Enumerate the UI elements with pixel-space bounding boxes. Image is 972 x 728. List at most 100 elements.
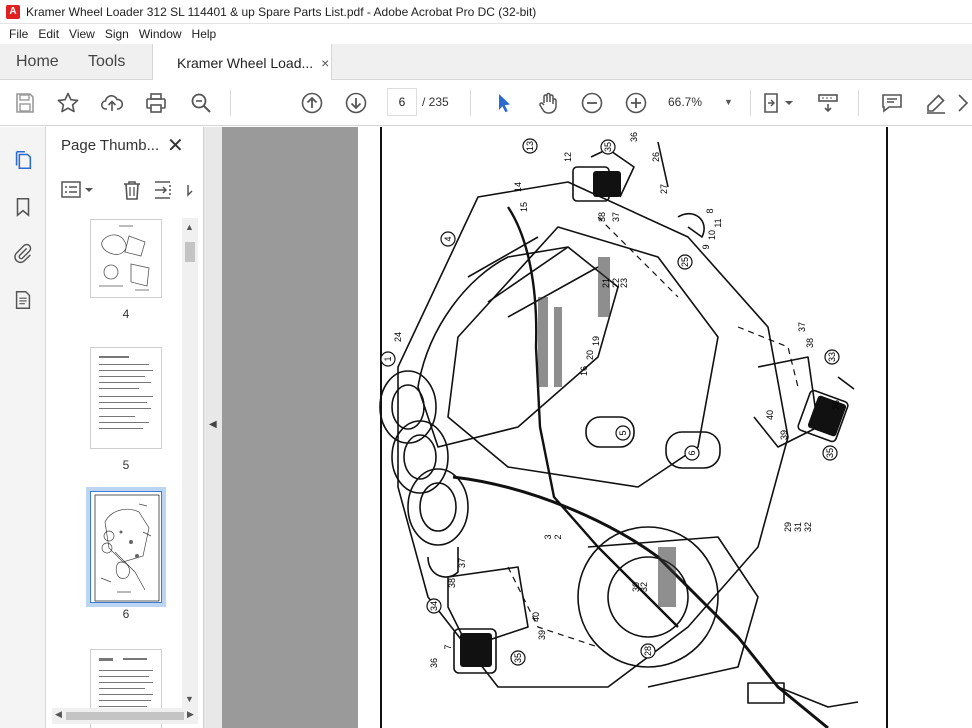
toolbar [0,80,972,126]
select-cursor-icon[interactable] [491,90,517,116]
part-callout-label: 1 [383,356,393,361]
scroll-mode-icon[interactable] [815,90,841,116]
zoom-dropdown[interactable]: 66.7% ▼ [668,88,738,116]
part-callout-label: 5 [618,430,628,435]
more-options-icon[interactable] [184,179,198,201]
part-callout-label: 8 [705,208,715,213]
part-callout-label: 26 [651,152,661,162]
part-callout-label: 9 [701,244,711,249]
page-thumbnails-panel: Page Thumb... ✕ 4 5 6 [46,127,204,728]
part-callout-label: 31 [793,522,803,532]
part-callout-label: 4 [443,236,453,241]
page-thumbnails-icon[interactable] [10,147,36,173]
more-tools-icon[interactable] [956,90,970,116]
page-thumbnail[interactable] [90,347,162,449]
zoom-search-icon[interactable] [188,90,214,116]
scroll-left-icon[interactable]: ◀ [55,709,62,720]
pdf-page: 13 12 35 36 26 27 14 15 4 9 10 11 8 25 38 37 21 22 23 24 1 16… [358,127,972,728]
content-layers-icon[interactable] [10,287,36,313]
part-callout-label: 6 [687,450,697,455]
part-callout-label: 36 [429,658,439,668]
panel-collapse-handle[interactable]: ◀ [204,127,222,728]
navigation-rail [0,127,46,728]
menu-edit[interactable]: Edit [33,27,64,41]
next-page-icon[interactable] [343,90,369,116]
menu-file[interactable]: File [4,27,33,41]
part-callout-label: 37 [611,212,621,222]
panel-close-button[interactable]: ✕ [167,133,184,158]
chevron-down-icon[interactable] [783,90,795,116]
menu-help[interactable]: Help [187,27,222,41]
part-callout-label: 33 [827,352,837,362]
thumbnail-page-number: 5 [122,458,130,472]
attachments-icon[interactable] [10,240,36,266]
part-callout-label: 37 [797,322,807,332]
thumbnails-vertical-scrollbar[interactable]: ▲ ▼ [182,218,198,708]
bookmark-star-icon[interactable] [55,90,81,116]
highlight-pen-icon[interactable] [923,90,949,116]
toolbar-separator [858,90,859,116]
part-callout-label: 36 [831,400,841,410]
part-callout-label: 20 [585,350,595,360]
thumbnail-tools [46,171,203,209]
print-icon[interactable] [143,90,169,116]
tab-document[interactable]: Kramer Wheel Load... × [152,44,332,81]
part-callout-label: 38 [597,212,607,222]
part-callout-label: 25 [680,257,690,267]
document-view[interactable]: 13 12 35 36 26 27 14 15 4 9 10 11 8 25 38 37 21 22 23 24 1 16… [222,127,972,728]
thumbnails-horizontal-scrollbar[interactable]: ◀ ▶ [52,708,198,724]
part-callout-label: 2 [553,534,563,539]
part-callout-label: 37 [457,558,467,568]
part-callout-label: 10 [707,230,717,240]
scroll-down-icon[interactable]: ▼ [185,694,194,704]
part-callout-label: 35 [513,653,523,663]
toolbar-separator [470,90,471,116]
comment-icon[interactable] [879,90,905,116]
part-callout-label: 34 [429,601,439,611]
scroll-up-icon[interactable]: ▲ [185,222,194,232]
hand-tool-icon[interactable] [535,90,561,116]
tab-tools[interactable]: Tools [88,44,125,80]
thumbnail-page-number: 6 [122,607,130,621]
part-callout-label: 39 [779,430,789,440]
tab-bar: Home Tools Kramer Wheel Load... × [0,44,972,81]
part-callout-label: 14 [513,182,523,192]
tab-home[interactable]: Home [16,44,59,80]
menu-bar: File Edit View Sign Window Help [0,24,972,44]
zoom-value: 66.7% [668,95,703,109]
toolbar-separator [230,90,231,116]
panel-title: Page Thumb... [61,137,160,154]
menu-sign[interactable]: Sign [100,27,134,41]
previous-page-icon[interactable] [299,90,325,116]
chevron-left-icon[interactable]: ◀ [209,419,217,430]
scrollbar-thumb[interactable] [66,712,184,720]
zoom-out-icon[interactable] [579,90,605,116]
part-callout-label: 16 [579,366,589,376]
part-callout-label: 38 [805,338,815,348]
thumbnail-options-icon[interactable] [60,179,93,201]
part-callout-label: 28 [643,646,653,656]
delete-page-icon[interactable] [120,179,144,201]
scrollbar-thumb[interactable] [185,242,195,262]
title-bar: A Kramer Wheel Loader 312 SL 114401 & up… [0,0,972,24]
part-callout-label: 35 [603,142,613,152]
engine-exploded-diagram: 131235362627141549101182538 3721 222324116… [379,132,859,728]
menu-window[interactable]: Window [134,27,187,41]
part-callout-label: 36 [629,132,639,142]
page-thumbnail[interactable] [90,219,162,298]
part-callout-label: 35 [825,448,835,458]
page-number-input[interactable]: 6 [387,88,417,116]
extract-pages-icon[interactable] [152,179,176,201]
part-callout-label: 13 [525,141,535,151]
zoom-in-icon[interactable] [623,90,649,116]
part-callout-label: 29 [783,522,793,532]
part-callout-label: 27 [659,184,669,194]
scroll-right-icon[interactable]: ▶ [187,709,194,720]
menu-view[interactable]: View [64,27,100,41]
bookmarks-icon[interactable] [10,194,36,220]
part-callout-label: 12 [563,152,573,162]
tab-close-button[interactable]: × [321,55,329,71]
page-thumbnail-selected[interactable] [90,491,162,603]
cloud-upload-icon[interactable] [99,90,125,116]
save-icon[interactable] [12,90,38,116]
